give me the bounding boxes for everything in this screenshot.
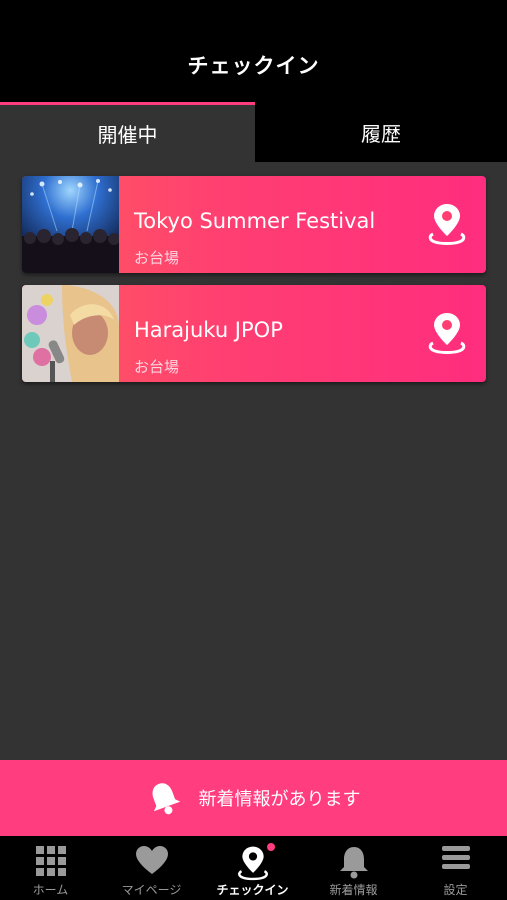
event-card[interactable]: Harajuku JPOP お台場 <box>22 285 486 382</box>
tabbar-label: チェックイン <box>216 883 289 897</box>
tabbar-label: 新着情報 <box>329 883 378 897</box>
event-title: Harajuku JPOP <box>134 318 283 342</box>
page-title: チェックイン <box>187 54 320 78</box>
tabbar-item-mypage[interactable]: マイページ <box>101 836 202 900</box>
notification-text: 新着情報があります <box>198 789 361 810</box>
tabbar-item-checkin[interactable]: チェックイン <box>202 836 303 900</box>
tab-ongoing[interactable]: 開催中 <box>0 102 255 162</box>
tab-history[interactable]: 履歴 <box>255 102 507 162</box>
concert-crowd-photo <box>22 176 119 273</box>
tabbar-label: 設定 <box>443 883 468 897</box>
bottom-tab-bar: ホーム マイページ チェックイン 新着情報 設定 <box>0 836 507 900</box>
event-venue: お台場 <box>134 358 180 376</box>
tab-label: 開催中 <box>97 123 158 147</box>
tabbar-label: マイページ <box>121 883 182 897</box>
segment-tabs: 開催中 履歴 <box>0 102 507 162</box>
notification-banner[interactable]: 新着情報があります <box>0 760 507 836</box>
event-card[interactable]: Tokyo Summer Festival お台場 <box>22 176 486 273</box>
tabbar-item-home[interactable]: ホーム <box>0 836 101 900</box>
bell-icon <box>339 847 368 879</box>
active-indicator-dot <box>267 843 275 851</box>
heart-icon <box>135 846 168 874</box>
grid-icon <box>35 846 66 876</box>
menu-icon <box>441 846 470 869</box>
tabbar-item-news[interactable]: 新着情報 <box>303 836 404 900</box>
singer-microphone-photo <box>22 285 119 382</box>
tabbar-label: ホーム <box>32 883 69 897</box>
event-list: Tokyo Summer Festival お台場 Harajuku JPOP … <box>22 176 486 394</box>
map-pin-icon[interactable] <box>427 311 467 355</box>
event-venue: お台場 <box>134 249 180 267</box>
tab-label: 履歴 <box>361 121 401 146</box>
event-title: Tokyo Summer Festival <box>134 209 376 233</box>
bell-icon <box>152 783 180 815</box>
map-pin-icon[interactable] <box>427 202 467 246</box>
map-pin-icon <box>237 846 268 881</box>
tabbar-item-settings[interactable]: 設定 <box>404 836 507 900</box>
app-header: チェックイン <box>0 0 507 102</box>
